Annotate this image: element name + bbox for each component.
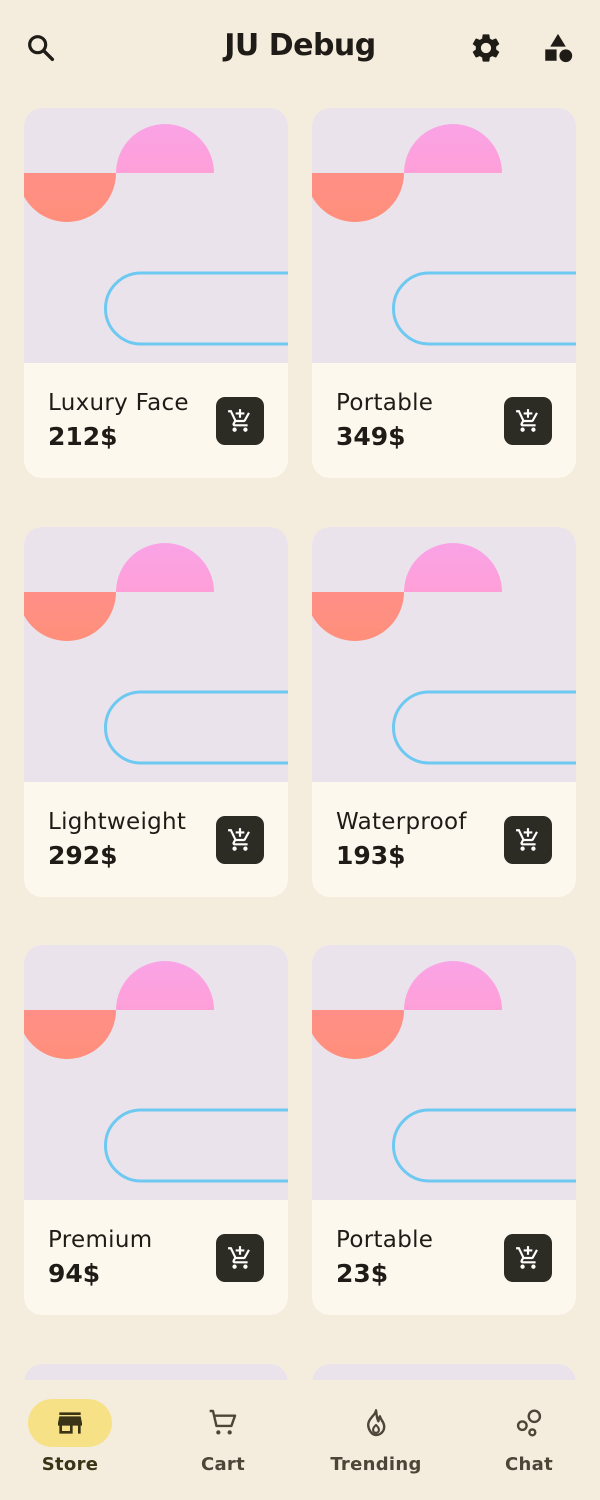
nav-label-chat: Chat <box>505 1454 553 1475</box>
product-card[interactable]: Lightweight 292$ <box>24 527 288 897</box>
cart-icon <box>209 1409 237 1435</box>
settings-gear-icon[interactable] <box>462 24 510 72</box>
product-price: 349$ <box>336 422 406 451</box>
nav-icon-container <box>487 1399 571 1447</box>
product-name: Portable <box>336 390 434 416</box>
product-price: 23$ <box>336 1259 389 1288</box>
add-to-cart-button[interactable] <box>216 1234 264 1282</box>
nav-item-trending[interactable]: Trending <box>306 1380 456 1500</box>
product-image <box>312 108 576 363</box>
product-image <box>312 945 576 1200</box>
nav-label-trending: Trending <box>330 1454 422 1475</box>
product-image <box>312 527 576 782</box>
add-to-cart-button[interactable] <box>504 816 552 864</box>
product-name: Waterproof <box>336 809 467 835</box>
product-image <box>24 527 288 782</box>
product-image <box>24 108 288 363</box>
product-card[interactable]: Premium 94$ <box>24 945 288 1315</box>
add-shopping-cart-icon <box>228 409 250 432</box>
add-shopping-cart-icon <box>516 409 538 432</box>
nav-icon-container <box>334 1399 418 1447</box>
product-card[interactable]: Portable 23$ <box>312 945 576 1315</box>
product-card[interactable]: Portable 349$ <box>312 108 576 478</box>
store-icon <box>58 1412 82 1434</box>
add-shopping-cart-icon <box>516 1246 538 1269</box>
product-name: Premium <box>48 1227 153 1253</box>
add-to-cart-button[interactable] <box>504 1234 552 1282</box>
trending-flame-icon <box>367 1409 386 1437</box>
product-card[interactable]: Luxury Face 212$ <box>24 108 288 478</box>
add-shopping-cart-icon <box>516 828 538 851</box>
nav-item-chat[interactable]: Chat <box>459 1380 600 1500</box>
add-shopping-cart-icon <box>228 1246 250 1269</box>
nav-item-store[interactable]: Store <box>0 1380 150 1500</box>
nav-label-store: Store <box>41 1454 99 1475</box>
product-price: 94$ <box>48 1259 101 1288</box>
add-shopping-cart-icon <box>228 828 250 851</box>
app-title: JU Debug <box>224 28 376 63</box>
product-name: Portable <box>336 1227 434 1253</box>
nav-item-cart[interactable]: Cart <box>153 1380 303 1500</box>
nav-label-cart: Cart <box>200 1454 246 1475</box>
add-to-cart-button[interactable] <box>504 397 552 445</box>
nav-icon-container <box>181 1399 265 1447</box>
product-card[interactable]: Waterproof 193$ <box>312 527 576 897</box>
product-image <box>24 945 288 1200</box>
product-price: 212$ <box>48 422 118 451</box>
bottom-navigation-bar: Store Cart Trending Chat <box>0 1380 600 1500</box>
product-price: 292$ <box>48 841 118 870</box>
nav-active-indicator <box>28 1399 112 1447</box>
chat-bubbles-icon <box>516 1409 542 1437</box>
add-to-cart-button[interactable] <box>216 816 264 864</box>
product-name: Luxury Face <box>48 390 189 416</box>
category-shapes-icon[interactable] <box>534 24 582 72</box>
product-price: 193$ <box>336 841 406 870</box>
add-to-cart-button[interactable] <box>216 397 264 445</box>
product-name: Lightweight <box>48 809 187 835</box>
top-app-bar: JU Debug <box>0 0 600 96</box>
